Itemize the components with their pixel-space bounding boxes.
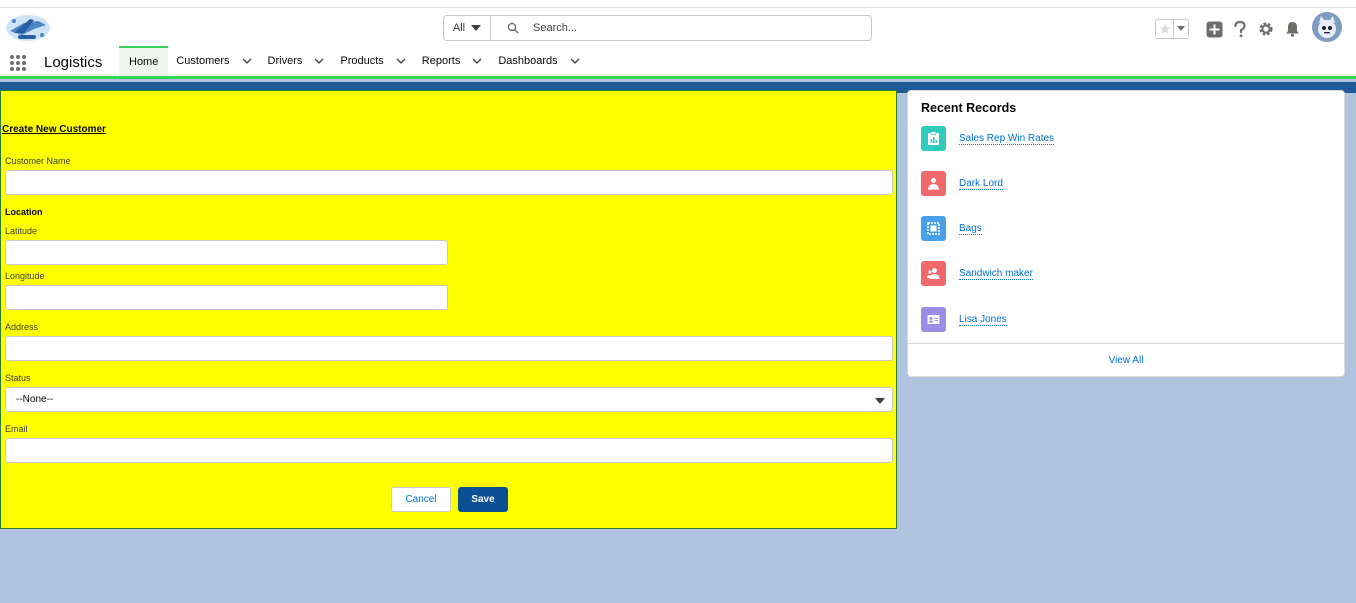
nav-tab-customers[interactable]: Customers (168, 46, 259, 76)
nav-tab-dashboards[interactable]: Dashboards (490, 46, 587, 76)
chevron-down-icon (471, 25, 482, 31)
nav-tab-products[interactable]: Products (332, 46, 413, 76)
gear-icon[interactable] (1253, 16, 1279, 42)
address-label: Address (5, 322, 39, 332)
cancel-button[interactable]: Cancel (391, 487, 451, 512)
recent-record-link[interactable]: Sales Rep Win Rates (959, 133, 1055, 145)
status-select[interactable]: --None-- (5, 387, 893, 412)
app-navigation-bar: Logistics Home Customers Drivers Product… (0, 46, 1356, 79)
notification-bell-icon[interactable] (1279, 16, 1305, 42)
recent-record-item: Sales Rep Win Rates (921, 126, 1055, 151)
nav-tab-reports[interactable]: Reports (414, 46, 491, 76)
create-customer-form: Create New Customer Customer Name Locati… (0, 90, 897, 529)
app-name: Logistics (44, 54, 103, 71)
product-icon (921, 216, 946, 241)
recent-record-item: Bags (921, 216, 982, 241)
save-button[interactable]: Save (458, 487, 508, 512)
chevron-down-icon[interactable] (396, 56, 406, 66)
lead-icon (921, 261, 946, 286)
form-title[interactable]: Create New Customer (2, 124, 106, 135)
nav-tab-label: Customers (176, 55, 230, 67)
recent-record-link[interactable]: Bags (959, 223, 982, 235)
nav-tab-label: Home (129, 56, 159, 68)
recent-record-item: Sandwich maker (921, 261, 1033, 286)
recent-record-link[interactable]: Dark Lord (959, 178, 1003, 190)
location-heading: Location (5, 207, 43, 217)
nav-tab-label: Drivers (267, 55, 303, 67)
search-scope-select[interactable]: All (444, 16, 491, 40)
latitude-label: Latitude (5, 226, 38, 236)
status-selected-value: --None-- (16, 394, 54, 405)
chevron-down-icon[interactable] (314, 56, 324, 66)
global-actions-icon[interactable] (1201, 16, 1227, 42)
nav-tab-home[interactable]: Home (119, 46, 169, 76)
status-label: Status (5, 373, 31, 383)
global-header: All (0, 8, 1356, 46)
global-search: All (443, 15, 872, 41)
recent-record-link[interactable]: Lisa Jones (959, 314, 1007, 326)
favorites-group (1155, 19, 1189, 39)
recent-records-card: Recent Records Sales Rep Win Rates Dark … (907, 90, 1345, 377)
chevron-down-icon[interactable] (242, 56, 252, 66)
view-all-link[interactable]: View All (908, 343, 1344, 377)
header-actions (1155, 16, 1305, 42)
favorites-dropdown-icon[interactable] (1174, 20, 1188, 38)
email-input[interactable] (5, 438, 893, 463)
chevron-down-icon (875, 398, 885, 404)
nav-items: Home Customers Drivers Products Reports … (119, 46, 588, 76)
card-title: Recent Records (921, 101, 1017, 115)
latitude-input[interactable] (5, 240, 448, 265)
email-label: Email (5, 424, 28, 434)
report-icon (921, 126, 946, 151)
contact-card-icon (921, 307, 946, 332)
address-input[interactable] (5, 336, 893, 361)
contact-icon (921, 171, 946, 196)
search-scope-label: All (452, 22, 466, 34)
chevron-down-icon[interactable] (472, 56, 482, 66)
help-icon[interactable] (1227, 16, 1253, 42)
nav-tab-drivers[interactable]: Drivers (260, 46, 333, 76)
nav-tab-label: Dashboards (498, 55, 558, 67)
chevron-down-icon[interactable] (570, 56, 580, 66)
customer-name-label: Customer Name (5, 156, 71, 166)
customer-name-input[interactable] (5, 170, 893, 195)
longitude-label: Longitude (5, 271, 45, 281)
recent-record-item: Lisa Jones (921, 307, 1007, 332)
recent-record-item: Dark Lord (921, 171, 1003, 196)
search-icon (507, 22, 519, 34)
longitude-input[interactable] (5, 285, 448, 310)
top-strip (0, 0, 1356, 8)
favorite-star-icon[interactable] (1156, 20, 1175, 38)
org-logo[interactable] (4, 11, 52, 45)
nav-tab-label: Products (340, 55, 384, 67)
recent-record-link[interactable]: Sandwich maker (959, 268, 1033, 280)
app-launcher-icon[interactable] (10, 55, 26, 71)
nav-tab-label: Reports (421, 55, 461, 67)
search-input[interactable] (533, 22, 853, 34)
user-avatar[interactable] (1312, 12, 1342, 42)
